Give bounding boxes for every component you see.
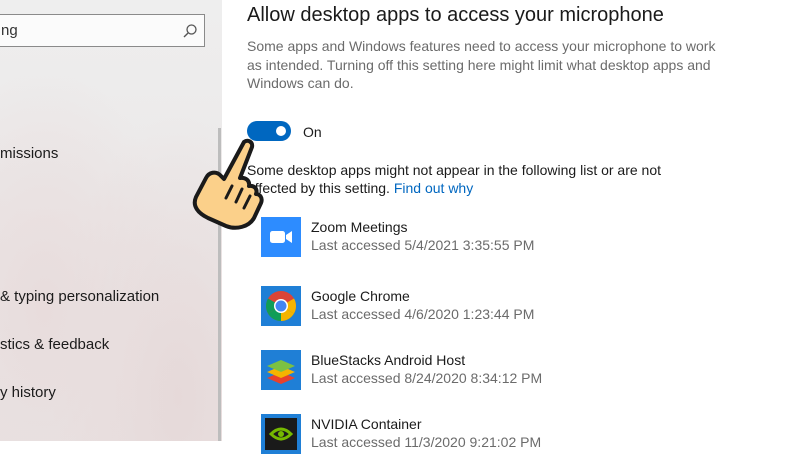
app-name: Zoom Meetings [311,219,408,235]
app-list-item: Zoom Meetings Last accessed 5/4/2021 3:3… [261,217,741,259]
desktop-apps-note: Some desktop apps might not appear in th… [247,161,707,197]
app-name: BlueStacks Android Host [311,352,466,368]
app-last-accessed: Last accessed 11/3/2020 9:21:02 PM [311,434,542,450]
app-last-accessed: Last accessed 4/6/2020 1:23:44 PM [311,306,535,322]
bluestacks-icon [261,350,301,390]
toggle-state-label: On [303,124,322,140]
sidebar-item-diagnostics-feedback[interactable]: stics & feedback [0,336,109,353]
app-last-accessed: Last accessed 5/4/2021 3:35:55 PM [311,237,535,253]
section-title: Allow desktop apps to access your microp… [247,4,664,26]
sidebar-item-permissions[interactable]: missions [0,145,58,162]
search-icon[interactable] [182,23,198,39]
app-list-item: NVIDIA Container Last accessed 11/3/2020… [261,414,741,456]
chrome-icon [261,286,301,326]
app-last-accessed: Last accessed 8/24/2020 8:34:12 PM [311,370,543,386]
main-panel: Allow desktop apps to access your microp… [222,0,800,454]
app-list-item: BlueStacks Android Host Last accessed 8/… [261,350,741,392]
zoom-icon [261,217,301,257]
settings-search-box[interactable] [0,14,205,47]
app-list-item: Google Chrome Last accessed 4/6/2020 1:2… [261,286,741,328]
app-name: Google Chrome [311,288,410,304]
settings-search-input[interactable] [1,15,171,46]
app-name: NVIDIA Container [311,416,422,432]
sidebar-item-activity-history[interactable]: y history [0,384,56,401]
toggle-knob [276,126,286,136]
pointing-hand-icon [192,138,264,230]
section-description: Some apps and Windows features need to a… [247,38,716,91]
find-out-why-link[interactable]: Find out why [394,180,473,196]
nvidia-icon [261,414,301,454]
sidebar-item-typing-personalization[interactable]: & typing personalization [0,288,159,305]
